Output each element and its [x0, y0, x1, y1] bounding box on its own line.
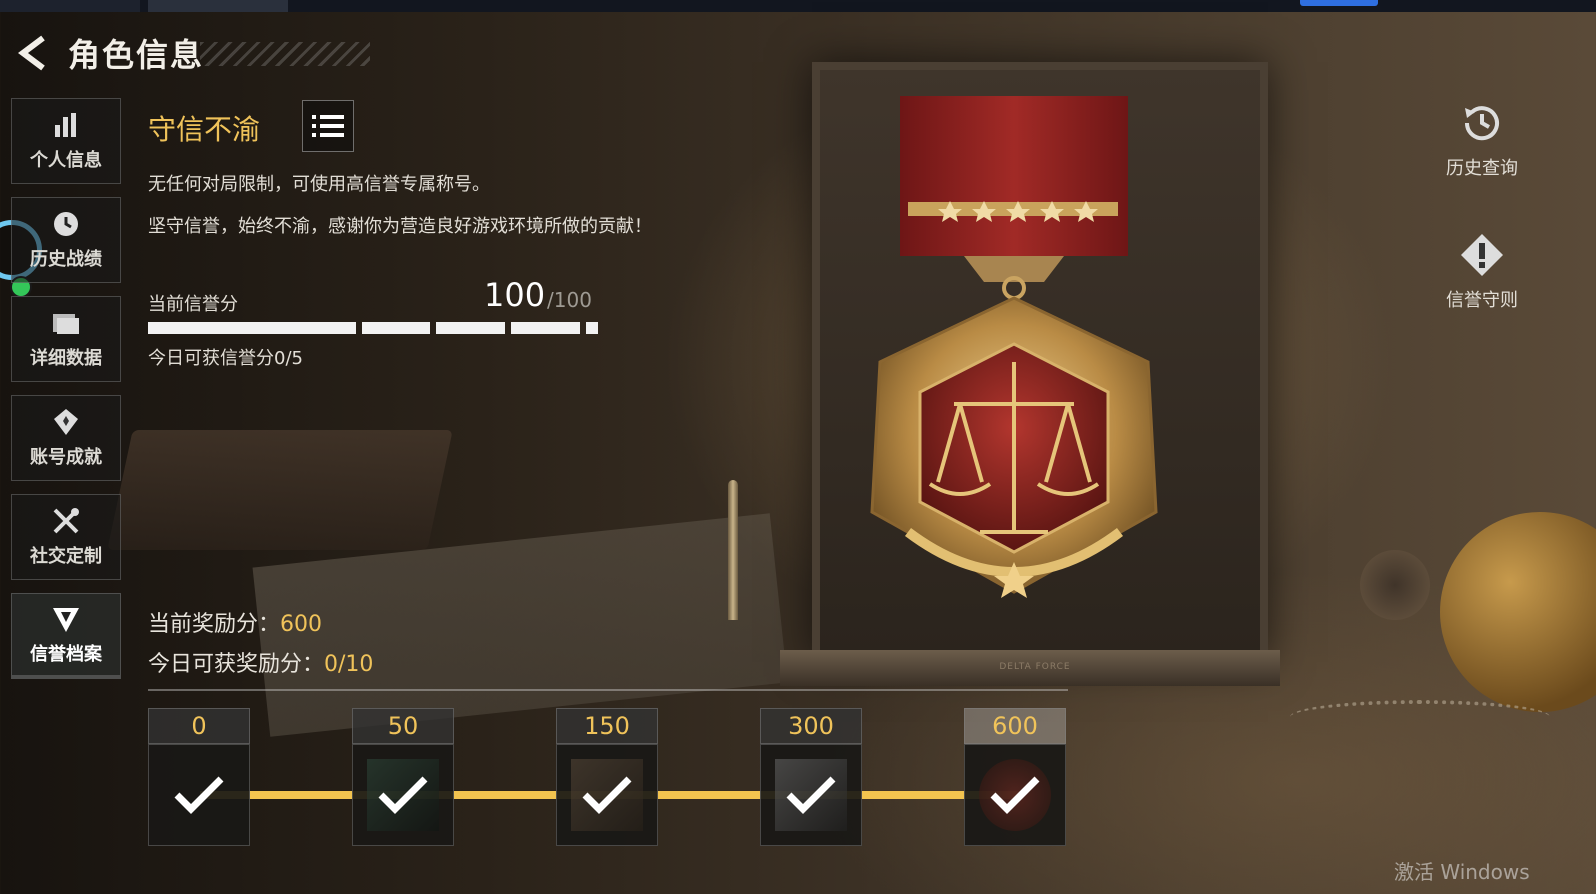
checkmark-icon: [378, 776, 428, 814]
credit-score-max: /100: [547, 288, 592, 312]
credit-score-label: 当前信誉分: [148, 294, 238, 315]
credit-medal-image: [870, 96, 1158, 598]
honor-title: 守信不渝: [148, 113, 261, 146]
progress-segment: [148, 322, 356, 334]
today-reward-value: 0/10: [324, 652, 374, 677]
milestone-item[interactable]: 50: [352, 708, 454, 846]
progress-segment: [436, 322, 505, 334]
checkmark-icon: [990, 776, 1040, 814]
current-reward: 当前奖励分：600: [148, 606, 322, 638]
credit-progress-bar: [148, 322, 600, 334]
milestone-value: 150: [556, 708, 658, 744]
milestone-item[interactable]: 300: [760, 708, 862, 846]
milestone-card: [148, 744, 250, 846]
header-decoration: [200, 42, 370, 66]
sidebar-item-personal-info[interactable]: 个人信息: [11, 98, 121, 184]
milestone-item[interactable]: 600: [964, 708, 1066, 846]
sidebar-item-credit-profile[interactable]: 信誉档案: [11, 593, 121, 679]
milestone-card: [760, 744, 862, 846]
sidebar-item-label: 历史战绩: [30, 249, 102, 270]
milestone-value: 50: [352, 708, 454, 744]
milestone-value: 600: [964, 708, 1066, 744]
milestone-card: [964, 744, 1066, 846]
checkmark-icon: [582, 776, 632, 814]
milestone-card: [556, 744, 658, 846]
background-clock: [1360, 550, 1430, 620]
window-tab[interactable]: [0, 0, 140, 12]
honor-description: 无任何对局限制，可使用高信誉专属称号。: [148, 174, 490, 195]
milestone-card: [352, 744, 454, 846]
achievement-icon: [51, 407, 81, 437]
history-query-button[interactable]: 历史查询: [1430, 100, 1534, 180]
list-button[interactable]: [302, 100, 354, 152]
list-icon: [312, 115, 344, 137]
sidebar-item-achievements[interactable]: 账号成就: [11, 395, 121, 481]
sidebar-item-label: 信誉档案: [30, 643, 102, 665]
checkmark-icon: [174, 776, 224, 814]
sidebar-item-label: 账号成就: [30, 447, 102, 468]
progress-segment: [362, 322, 430, 334]
progress-segment: [511, 322, 580, 334]
sidebar: 个人信息 历史战绩 详细数据 账号成就 社交定制 信誉档案: [11, 98, 123, 692]
clock-icon: [51, 209, 81, 239]
window-tab-active[interactable]: [148, 0, 288, 12]
checkmark-icon: [786, 776, 836, 814]
back-button[interactable]: [10, 31, 54, 75]
window-tab-bar: [0, 0, 1596, 12]
current-reward-value: 600: [280, 612, 323, 637]
sidebar-item-label: 个人信息: [30, 150, 102, 171]
today-credit-gain: 今日可获信誉分0/5: [148, 348, 303, 369]
divider: [148, 689, 1068, 691]
progress-segment: [586, 322, 598, 334]
background-gold-bowl: [1440, 512, 1596, 712]
history-clock-icon: [1464, 106, 1499, 141]
credit-score-value: 100: [484, 276, 546, 314]
windows-activation-watermark: 激活 Windows: [1394, 860, 1530, 884]
milestone-value: 0: [148, 708, 250, 744]
background-bullet: [728, 480, 738, 620]
page-title: 角色信息: [68, 36, 205, 74]
sidebar-item-label: 详细数据: [30, 348, 102, 369]
back-arrow-icon: [18, 35, 45, 71]
folder-icon: [51, 308, 81, 338]
today-reward: 今日可获奖励分：0/10: [148, 646, 373, 678]
sidebar-item-social-custom[interactable]: 社交定制: [11, 494, 121, 580]
credit-rules-button[interactable]: 信誉守则: [1430, 232, 1534, 312]
credit-shield-icon: [51, 604, 81, 634]
page-header: 角色信息: [10, 30, 204, 76]
today-reward-label: 今日可获奖励分：: [148, 652, 325, 677]
tools-icon: [51, 506, 81, 536]
bar-chart-icon: [51, 110, 81, 140]
history-query-label: 历史查询: [1446, 158, 1518, 179]
frame-plaque-text: DELTA FORCE: [999, 662, 1071, 672]
sidebar-item-history-record[interactable]: 历史战绩: [11, 197, 121, 283]
window-indicator: [1300, 0, 1378, 6]
credit-rules-label: 信誉守则: [1446, 290, 1518, 311]
honor-thanks-text: 坚守信誉，始终不渝，感谢你为营造良好游戏环境所做的贡献！: [148, 216, 652, 237]
sidebar-item-label: 社交定制: [30, 546, 102, 567]
warning-diamond-icon: [1461, 234, 1503, 276]
sidebar-item-detailed-data[interactable]: 详细数据: [11, 296, 121, 382]
milestone-item[interactable]: 0: [148, 708, 250, 846]
background-book: [107, 430, 453, 550]
milestone-item[interactable]: 150: [556, 708, 658, 846]
milestone-value: 300: [760, 708, 862, 744]
current-reward-label: 当前奖励分：: [148, 612, 281, 637]
background-chain: [1290, 700, 1550, 734]
